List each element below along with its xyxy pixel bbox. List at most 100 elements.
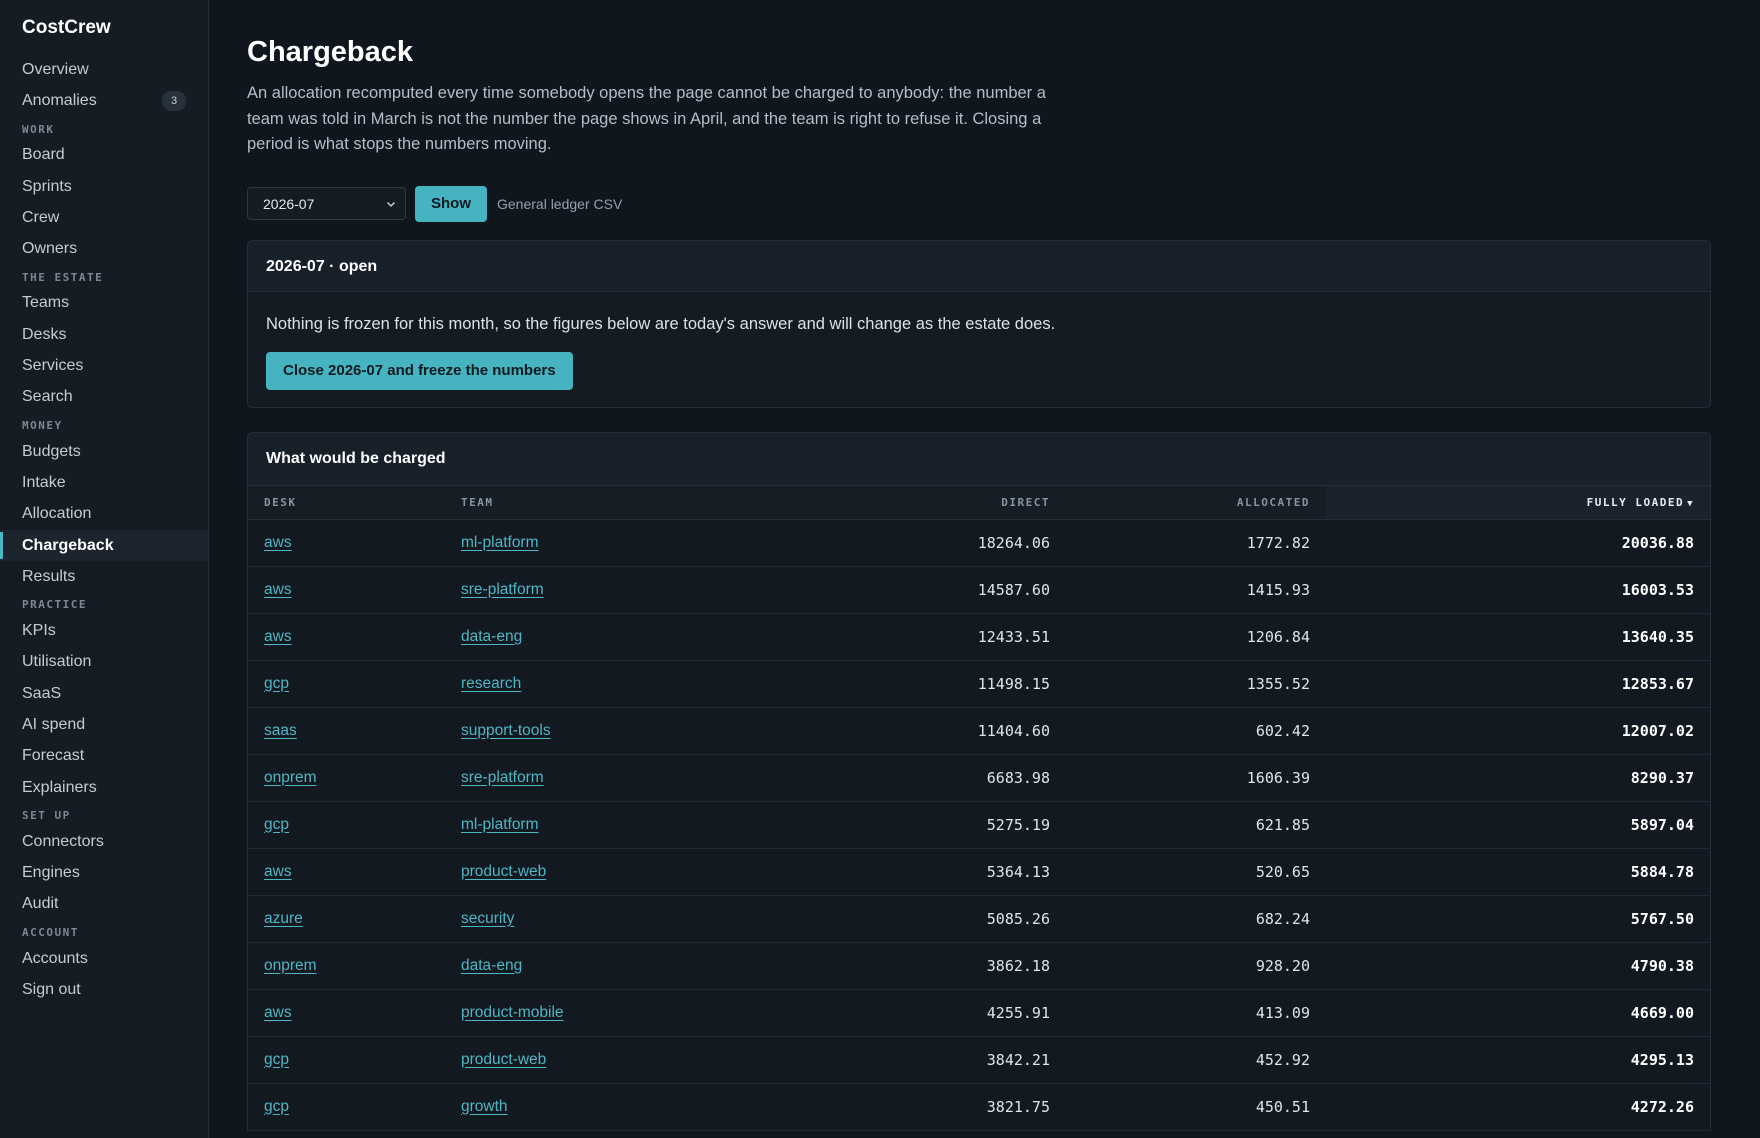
sidebar-item-connectors[interactable]: Connectors [0,826,208,857]
desk-cell: aws [248,566,461,614]
desk-link[interactable]: gcp [264,1051,289,1068]
direct-cost-cell: 3821.75 [831,1083,1066,1131]
team-link[interactable]: data-eng [461,628,522,645]
sidebar-item-desks[interactable]: Desks [0,319,208,350]
sidebar-item-label: Overview [22,60,89,78]
fully-loaded-cost-cell: 13640.35 [1326,613,1710,661]
desk-link[interactable]: aws [264,581,292,598]
charges-table: DESK TEAM DIRECT ALLOCATED FULLY LOADED ▼… [248,484,1710,1131]
sidebar-item-crew[interactable]: Crew [0,202,208,233]
column-header-fully-loaded[interactable]: FULLY LOADED ▼ [1326,484,1710,520]
direct-cost-cell: 5275.19 [831,801,1066,849]
desk-link[interactable]: aws [264,534,292,551]
desk-link[interactable]: aws [264,863,292,880]
sidebar-item-label: KPIs [22,622,56,640]
sidebar-item-sign-out[interactable]: Sign out [0,974,208,1005]
desk-link[interactable]: onprem [264,957,317,974]
sidebar: CostCrew Overview Anomalies 3 WORK Board Spri… [0,0,209,1138]
team-link[interactable]: ml-platform [461,534,539,551]
column-header-direct[interactable]: DIRECT [831,484,1066,520]
team-cell: ml-platform [461,519,831,567]
sidebar-item-utilisation[interactable]: Utilisation [0,647,208,678]
sidebar-item-accounts[interactable]: Accounts [0,943,208,974]
sidebar-section-the-estate: THE ESTATE [22,270,104,284]
team-link[interactable]: product-mobile [461,1004,564,1021]
table-row: gcp research 11498.15 1355.52 12853.67 [248,660,1710,708]
column-header-allocated[interactable]: ALLOCATED [1066,484,1326,520]
show-button[interactable]: Show [415,185,487,222]
team-link[interactable]: research [461,675,521,692]
desk-link[interactable]: saas [264,722,297,739]
fully-loaded-cost-cell: 4669.00 [1326,989,1710,1037]
sidebar-item-label: Allocation [22,505,92,523]
fully-loaded-cost-cell: 5767.50 [1326,895,1710,943]
sidebar-item-results[interactable]: Results [0,561,208,592]
sidebar-item-board[interactable]: Board [0,140,208,171]
sidebar-item-search[interactable]: Search [0,382,208,413]
team-link[interactable]: product-web [461,1051,546,1068]
desk-link[interactable]: azure [264,910,303,927]
desk-link[interactable]: gcp [264,816,289,833]
team-link[interactable]: ml-platform [461,816,539,833]
sidebar-item-teams[interactable]: Teams [0,288,208,319]
sidebar-section-set-up: SET UP [22,809,71,823]
close-period-button[interactable]: Close 2026-07 and freeze the numbers [266,351,573,390]
team-link[interactable]: growth [461,1098,508,1115]
sidebar-item-forecast[interactable]: Forecast [0,741,208,772]
desk-link[interactable]: gcp [264,1098,289,1115]
team-link[interactable]: data-eng [461,957,522,974]
team-cell: ml-platform [461,801,831,849]
desk-cell: azure [248,895,461,943]
sidebar-item-anomalies[interactable]: Anomalies 3 [0,85,208,116]
sidebar-item-intake[interactable]: Intake [0,467,208,498]
allocated-cost-cell: 450.51 [1066,1083,1326,1131]
sidebar-item-budgets[interactable]: Budgets [0,436,208,467]
sidebar-item-sprints[interactable]: Sprints [0,171,208,202]
direct-cost-cell: 5085.26 [831,895,1066,943]
team-link[interactable]: sre-platform [461,769,544,786]
fully-loaded-cost-cell: 5897.04 [1326,801,1710,849]
sidebar-item-saas[interactable]: SaaS [0,678,208,709]
sidebar-item-label: Sprints [22,177,72,195]
desk-link[interactable]: aws [264,1004,292,1021]
period-select[interactable]: 2026-07 [247,187,406,220]
sidebar-item-label: Board [22,146,65,164]
desk-link[interactable]: aws [264,628,292,645]
team-link[interactable]: security [461,910,514,927]
sidebar-item-label: Audit [22,895,59,913]
allocated-cost-cell: 682.24 [1066,895,1326,943]
team-link[interactable]: sre-platform [461,581,544,598]
team-cell: sre-platform [461,754,831,802]
sidebar-item-allocation[interactable]: Allocation [0,499,208,530]
sidebar-item-explainers[interactable]: Explainers [0,772,208,803]
desk-link[interactable]: onprem [264,769,317,786]
team-link[interactable]: product-web [461,863,546,880]
sidebar-item-services[interactable]: Services [0,350,208,381]
sidebar-item-owners[interactable]: Owners [0,233,208,264]
team-cell: sre-platform [461,566,831,614]
fully-loaded-cost-cell: 12007.02 [1326,707,1710,755]
sidebar-item-audit[interactable]: Audit [0,889,208,920]
table-row: saas support-tools 11404.60 602.42 12007.02 [248,707,1710,755]
column-header-desk[interactable]: DESK [248,484,461,520]
desk-cell: saas [248,707,461,755]
direct-cost-cell: 11404.60 [831,707,1066,755]
column-header-team[interactable]: TEAM [461,484,831,520]
sidebar-item-ai-spend[interactable]: AI spend [0,709,208,740]
brand-logo[interactable]: CostCrew [0,16,208,40]
sidebar-item-overview[interactable]: Overview [0,54,208,85]
period-controls: 2026-07 Show General ledger CSV [247,185,1712,222]
fully-loaded-cost-cell: 16003.53 [1326,566,1710,614]
sidebar-item-label: Desks [22,325,67,343]
table-row: aws sre-platform 14587.60 1415.93 16003.53 [248,566,1710,614]
team-link[interactable]: support-tools [461,722,551,739]
sidebar-item-kpis[interactable]: KPIs [0,615,208,646]
table-header-row: DESK TEAM DIRECT ALLOCATED FULLY LOADED ▼ [248,484,1710,520]
fully-loaded-cost-cell: 20036.88 [1326,519,1710,567]
team-cell: security [461,895,831,943]
sidebar-item-engines[interactable]: Engines [0,858,208,889]
sidebar-item-chargeback[interactable]: Chargeback [0,529,208,562]
general-ledger-csv-link[interactable]: General ledger CSV [497,196,622,212]
sidebar-item-label: Accounts [22,949,88,967]
desk-link[interactable]: gcp [264,675,289,692]
